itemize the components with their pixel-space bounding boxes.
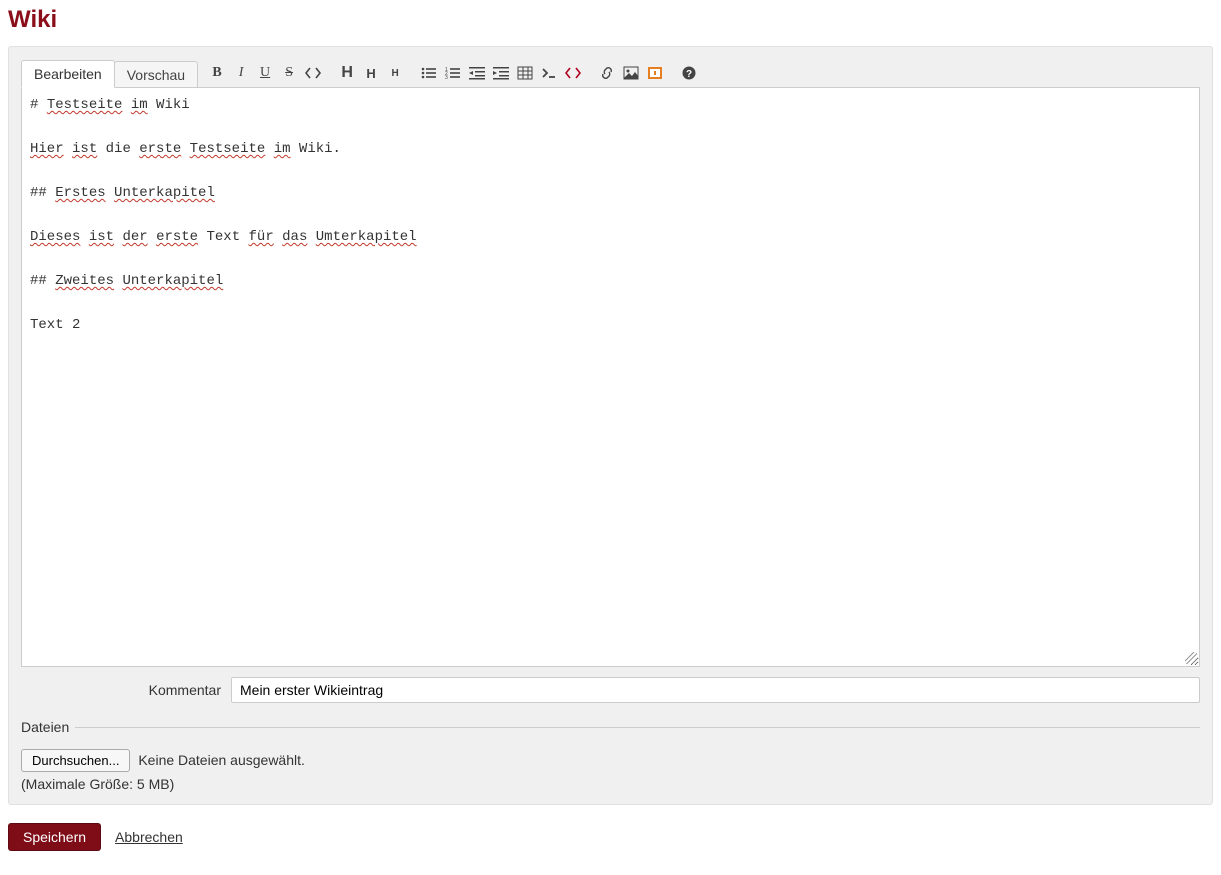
table-button[interactable] xyxy=(515,63,535,83)
code-inline-button[interactable] xyxy=(303,63,323,83)
indent-button[interactable] xyxy=(491,63,511,83)
comment-label: Kommentar xyxy=(21,682,221,698)
heading2-button[interactable]: H xyxy=(361,63,381,83)
page-title: Wiki xyxy=(8,6,1213,34)
italic-button[interactable]: I xyxy=(231,63,251,83)
file-status: Keine Dateien ausgewählt. xyxy=(138,752,305,768)
tab-edit[interactable]: Bearbeiten xyxy=(21,60,115,88)
help-button[interactable]: ? xyxy=(679,63,699,83)
file-size-hint: (Maximale Größe: 5 MB) xyxy=(21,776,1200,792)
editor-panel: Bearbeiten Vorschau B I U S H H H 123 xyxy=(8,46,1213,805)
wiki-content-textarea[interactable]: # Testseite im Wiki Hier ist die erste T… xyxy=(21,87,1200,667)
strikethrough-button[interactable]: S xyxy=(279,63,299,83)
svg-text:3: 3 xyxy=(445,75,448,80)
files-fieldset: Dateien Durchsuchen... Keine Dateien aus… xyxy=(21,719,1200,792)
ul-button[interactable] xyxy=(419,63,439,83)
ol-button[interactable]: 123 xyxy=(443,63,463,83)
underline-button[interactable]: U xyxy=(255,63,275,83)
svg-text:?: ? xyxy=(686,69,692,80)
pre-button[interactable] xyxy=(539,63,559,83)
outdent-button[interactable] xyxy=(467,63,487,83)
save-button[interactable]: Speichern xyxy=(8,823,101,851)
image-button[interactable] xyxy=(621,63,641,83)
heading3-button[interactable]: H xyxy=(385,63,405,83)
resize-handle[interactable] xyxy=(1185,652,1197,664)
tabs-row: Bearbeiten Vorschau B I U S H H H 123 xyxy=(21,59,1200,87)
heading1-button[interactable]: H xyxy=(337,63,357,83)
tab-preview[interactable]: Vorschau xyxy=(114,61,198,88)
cancel-link[interactable]: Abbrechen xyxy=(115,829,183,845)
browse-button[interactable]: Durchsuchen... xyxy=(21,749,130,772)
editor-toolbar: B I U S H H H 123 xyxy=(207,63,699,83)
attachment-button[interactable] xyxy=(645,63,665,83)
link-button[interactable] xyxy=(597,63,617,83)
files-legend: Dateien xyxy=(21,719,75,735)
comment-input[interactable] xyxy=(231,677,1200,703)
bold-button[interactable]: B xyxy=(207,63,227,83)
highlight-code-button[interactable] xyxy=(563,63,583,83)
